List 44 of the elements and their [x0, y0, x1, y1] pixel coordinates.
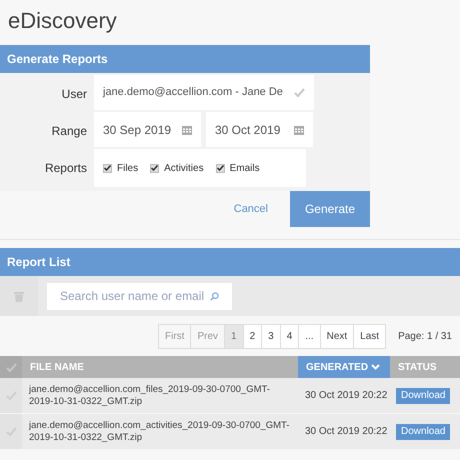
row-select-cell[interactable] — [0, 378, 22, 413]
field-label: Reports — [44, 161, 87, 175]
select-all-check-icon — [6, 362, 16, 372]
search-field[interactable]: Search user name or email — [47, 282, 232, 310]
search-icon — [210, 290, 219, 302]
panel-title: Generate Reports — [7, 51, 108, 68]
date-field[interactable]: 30 Oct 2019 — [206, 112, 313, 147]
checkbox-label: Activities — [164, 162, 204, 176]
generate-button[interactable]: Generate — [290, 191, 370, 227]
column-header[interactable]: STATUS — [390, 356, 460, 378]
date-field[interactable]: 30 Sep 2019 — [94, 112, 201, 147]
checkbox[interactable] — [216, 164, 225, 172]
checkbox-label: Emails — [230, 162, 260, 176]
table-cell-text: jane.demo@accellion.com_activities_2019-09-30-0700_GMT-2019-10-31-0322_GMT.zip — [29, 420, 290, 444]
field-label: Range — [52, 124, 87, 138]
calendar-icon — [182, 124, 192, 134]
table-cell-text: 30 Oct 2019 20:22 — [305, 425, 388, 439]
download-button[interactable]: Download — [396, 388, 450, 404]
field-label: User — [62, 87, 87, 101]
panel-title: Report List — [7, 254, 70, 271]
user-field[interactable]: jane.demo@accellion.com - Jane De — [94, 75, 314, 110]
checkbox-label: Files — [117, 162, 138, 176]
column-header[interactable]: GENERATED — [298, 356, 390, 378]
page-button[interactable]: 4 — [280, 324, 298, 348]
cancel-button[interactable]: Cancel — [234, 200, 268, 218]
page-button[interactable]: ... — [298, 324, 320, 348]
row-select-cell[interactable] — [0, 414, 22, 449]
page-info: Page: 1 / 31 — [398, 330, 452, 344]
page-button[interactable]: 3 — [261, 324, 280, 348]
table-cell-text: jane.demo@accellion.com_files_2019-09-30-0700_GMT-2019-10-31-0322_GMT.zip — [29, 384, 271, 408]
table-cell-text: 30 Oct 2019 20:22 — [305, 389, 388, 403]
user-value: jane.demo@accellion.com - Jane De — [103, 85, 283, 100]
calendar-icon — [294, 124, 304, 134]
search-input[interactable]: Search user name or email — [60, 287, 210, 305]
page-title: eDiscovery — [8, 6, 117, 35]
checkbox[interactable] — [150, 164, 160, 172]
page-button[interactable]: 2 — [242, 324, 262, 348]
page-button[interactable]: Next — [320, 324, 354, 348]
column-header[interactable]: FILE NAME — [22, 356, 298, 378]
sort-caret-icon — [371, 364, 380, 370]
checkbox[interactable] — [103, 164, 112, 172]
page-button[interactable]: 1 — [224, 324, 243, 348]
download-button[interactable]: Download — [396, 424, 450, 440]
page-button[interactable]: Last — [353, 324, 386, 348]
